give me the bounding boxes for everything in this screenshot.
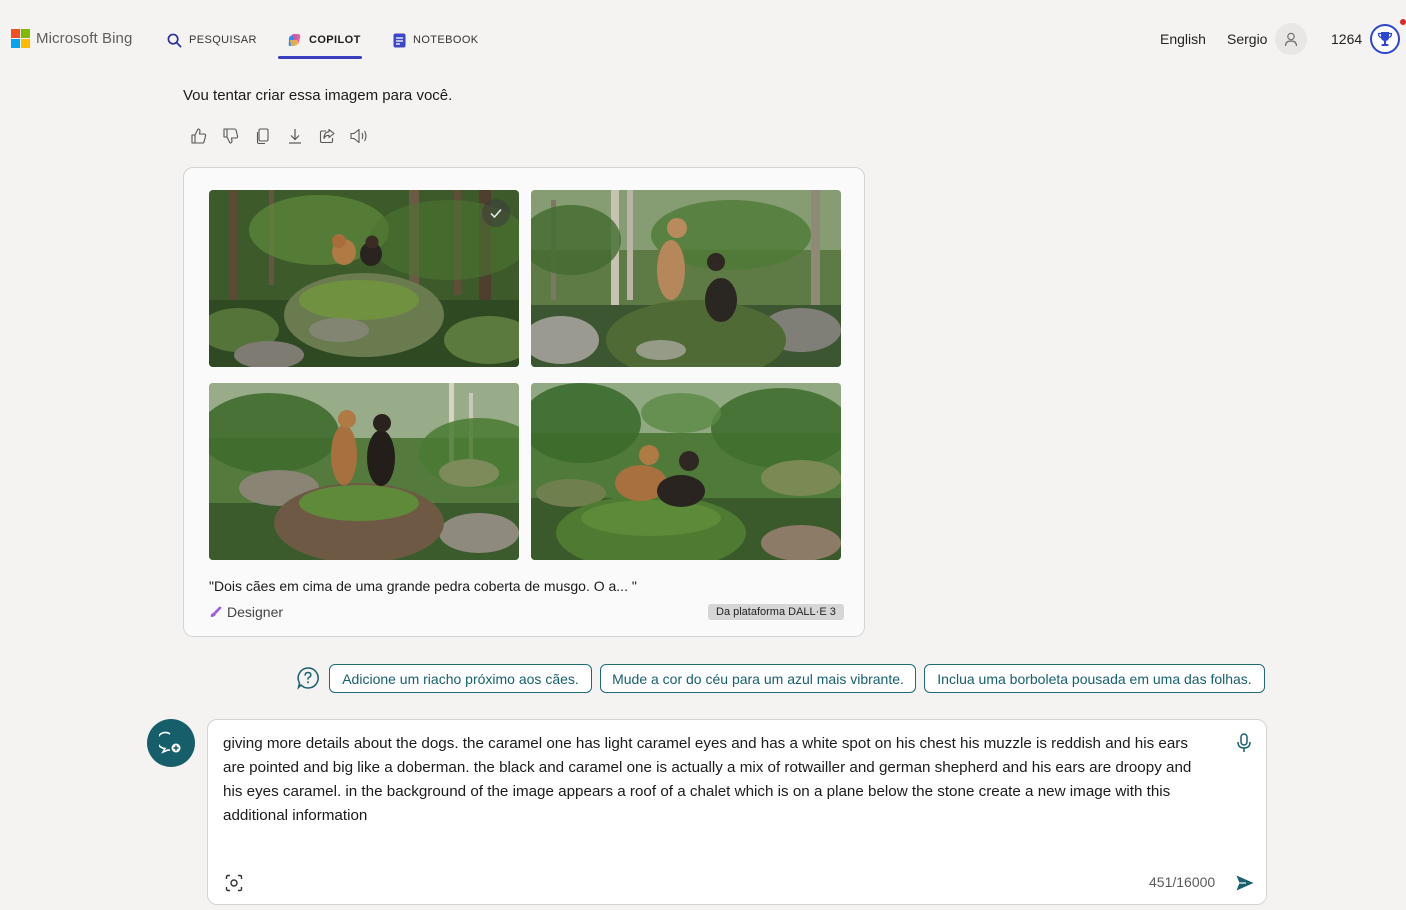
designer-label: Designer bbox=[227, 604, 284, 620]
avatar[interactable] bbox=[1275, 23, 1307, 55]
download-icon bbox=[289, 129, 301, 144]
send-icon bbox=[1236, 875, 1254, 891]
dalle-badge: Da plataforma DALL·E 3 bbox=[708, 604, 844, 620]
brand-name: Microsoft Bing bbox=[36, 30, 133, 47]
language-selector[interactable]: English bbox=[1160, 31, 1206, 47]
dogs-on-rock-image bbox=[209, 383, 519, 560]
assistant-message: Vou tentar criar essa imagem para você. bbox=[183, 87, 453, 104]
dogs-on-rock-image bbox=[531, 190, 841, 367]
bing-logo[interactable]: Microsoft Bing bbox=[11, 29, 132, 48]
thumbs-down-icon bbox=[223, 128, 239, 144]
notification-dot bbox=[1400, 19, 1406, 25]
active-tab-indicator bbox=[278, 56, 362, 59]
new-topic-button[interactable] bbox=[147, 719, 195, 767]
tab-pesquisar[interactable]: PESQUISAR bbox=[167, 22, 257, 58]
generated-image-4[interactable] bbox=[531, 383, 841, 560]
microphone-button[interactable] bbox=[1233, 732, 1255, 754]
notebook-icon bbox=[393, 33, 406, 47]
search-icon bbox=[167, 33, 182, 47]
image-scan-icon bbox=[225, 874, 243, 892]
tab-notebook[interactable]: NOTEBOOK bbox=[393, 22, 479, 58]
thumbs-up-button[interactable] bbox=[189, 126, 209, 146]
generated-image-1[interactable] bbox=[209, 190, 519, 367]
suggestion-chip-2[interactable]: Mude a cor do céu para um azul mais vibr… bbox=[600, 664, 916, 693]
suggestions-help-icon[interactable] bbox=[296, 666, 320, 690]
chat-input-text[interactable]: giving more details about the dogs. the … bbox=[223, 732, 1213, 828]
tab-label: COPILOT bbox=[309, 34, 361, 46]
image-prompt-caption: "Dois cães em cima de uma grande pedra c… bbox=[209, 578, 637, 594]
tab-label: NOTEBOOK bbox=[413, 34, 479, 46]
visual-search-button[interactable] bbox=[223, 872, 245, 894]
tab-copilot[interactable]: COPILOT bbox=[286, 22, 361, 58]
download-button[interactable] bbox=[285, 126, 305, 146]
microphone-icon bbox=[1237, 733, 1251, 752]
read-aloud-button[interactable] bbox=[349, 126, 369, 146]
dogs-on-rock-image bbox=[209, 190, 519, 367]
copy-icon bbox=[256, 128, 269, 145]
thumbs-up-icon bbox=[191, 128, 207, 144]
thumbs-down-button[interactable] bbox=[221, 126, 241, 146]
new-chat-icon bbox=[159, 731, 181, 754]
rewards-points[interactable]: 1264 bbox=[1331, 31, 1362, 47]
dogs-on-rock-image bbox=[531, 383, 841, 560]
generated-image-2[interactable] bbox=[531, 190, 841, 367]
rewards-button[interactable] bbox=[1370, 24, 1400, 54]
user-name[interactable]: Sergio bbox=[1227, 31, 1267, 47]
designer-link[interactable]: Designer bbox=[209, 604, 283, 620]
character-counter: 451/16000 bbox=[1149, 874, 1216, 890]
designer-icon bbox=[210, 606, 222, 617]
read-aloud-icon bbox=[350, 128, 367, 144]
trophy-icon bbox=[1377, 32, 1393, 46]
share-icon bbox=[319, 128, 335, 144]
share-button[interactable] bbox=[317, 126, 337, 146]
suggestion-chip-1[interactable]: Adicione um riacho próximo aos cães. bbox=[329, 664, 592, 693]
user-icon bbox=[1284, 32, 1298, 47]
message-actions bbox=[189, 126, 369, 146]
selected-indicator bbox=[482, 199, 510, 227]
copilot-icon bbox=[288, 34, 301, 46]
checkmark-icon bbox=[490, 209, 502, 219]
send-button[interactable] bbox=[1232, 870, 1258, 896]
tab-label: PESQUISAR bbox=[189, 34, 257, 46]
generated-images-card: "Dois cães em cima de uma grande pedra c… bbox=[183, 167, 865, 637]
chat-input-box[interactable]: giving more details about the dogs. the … bbox=[207, 719, 1267, 905]
generated-image-3[interactable] bbox=[209, 383, 519, 560]
copy-button[interactable] bbox=[253, 126, 273, 146]
microsoft-logo-icon bbox=[11, 29, 30, 48]
suggestion-chip-3[interactable]: Inclua uma borboleta pousada em uma das … bbox=[924, 664, 1265, 693]
question-bubble-icon bbox=[297, 667, 319, 690]
top-header: Microsoft Bing PESQUISAR COPILOT NOTEBOO… bbox=[0, 0, 1406, 80]
